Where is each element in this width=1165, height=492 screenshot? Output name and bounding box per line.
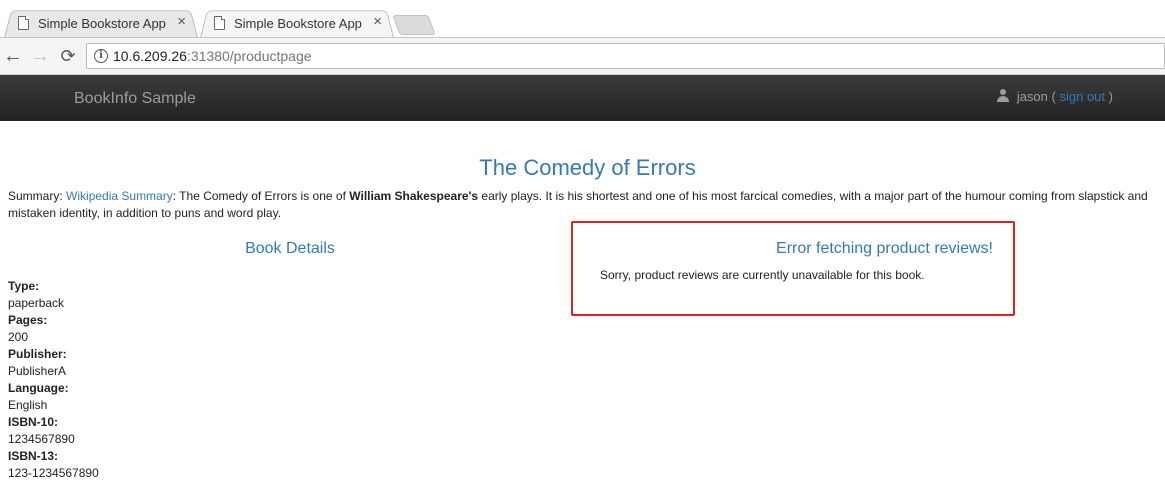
browser-tab-1[interactable]: Simple Bookstore App × <box>4 8 198 38</box>
tab-title: Simple Bookstore App <box>38 16 166 31</box>
summary-author: William Shakespeare's <box>349 189 479 203</box>
pages-value: 200 <box>8 330 29 344</box>
user-info: jason ( sign out ) <box>996 89 1113 104</box>
reviews-error-title: Error fetching product reviews! <box>776 240 993 257</box>
close-tab-icon[interactable]: × <box>373 13 382 30</box>
book-details-list: Type: paperback Pages: 200 Publisher: Pu… <box>8 278 99 482</box>
url-host: 10.6.209.26 <box>113 48 187 64</box>
username: jason <box>1016 89 1048 104</box>
summary-label: Summary: <box>8 189 63 203</box>
type-label: Type: <box>8 279 40 293</box>
user-icon <box>996 89 1009 102</box>
isbn13-value: 123-1234567890 <box>8 466 99 480</box>
publisher-label: Publisher: <box>8 347 67 361</box>
wikipedia-summary-link[interactable]: Wikipedia Summary <box>66 189 173 203</box>
app-navbar: BookInfo Sample jason ( sign out ) <box>0 75 1165 121</box>
forward-icon[interactable]: → <box>28 44 52 68</box>
url-path: :31380/productpage <box>186 48 312 64</box>
book-summary: Summary: Wikipedia Summary: The Comedy o… <box>8 188 1158 222</box>
type-value: paperback <box>8 296 65 310</box>
browser-tab-2[interactable]: Simple Bookstore App × <box>200 8 394 38</box>
brand-link[interactable]: BookInfo Sample <box>74 90 196 108</box>
close-paren: ) <box>1108 89 1113 104</box>
isbn10-label: ISBN-10: <box>8 415 59 429</box>
url-text[interactable]: 10.6.209.26:31380/productpage <box>113 48 312 64</box>
reviews-error-message: Sorry, product reviews are currently una… <box>600 268 925 282</box>
pages-label: Pages: <box>8 313 48 327</box>
language-label: Language: <box>8 381 69 395</box>
browser-toolbar: ← → ⟳ i 10.6.209.26:31380/productpage <box>0 37 1165 75</box>
close-tab-icon[interactable]: × <box>177 13 186 30</box>
reviews-error-panel: Error fetching product reviews! Sorry, p… <box>571 221 1015 316</box>
tab-title: Simple Bookstore App <box>234 16 362 31</box>
sign-out-link[interactable]: sign out <box>1059 89 1105 104</box>
open-paren: ( <box>1051 89 1056 104</box>
isbn10-value: 1234567890 <box>8 432 75 446</box>
isbn13-label: ISBN-13: <box>8 449 59 463</box>
summary-text-1: : The Comedy of Errors is one of <box>172 189 350 203</box>
book-details-heading: Book Details <box>245 240 335 257</box>
address-bar[interactable]: i 10.6.209.26:31380/productpage <box>86 43 1165 69</box>
browser-tab-strip: Simple Bookstore App × Simple Bookstore … <box>0 0 1165 38</box>
new-tab-button[interactable] <box>392 15 436 35</box>
page-icon <box>18 16 29 30</box>
page-icon <box>214 16 225 30</box>
publisher-value: PublisherA <box>8 364 67 378</box>
reload-icon[interactable]: ⟳ <box>56 44 80 68</box>
language-value: English <box>8 398 48 412</box>
site-info-icon[interactable]: i <box>94 49 108 63</box>
book-title: The Comedy of Errors <box>479 155 696 180</box>
back-icon[interactable]: ← <box>1 44 25 68</box>
